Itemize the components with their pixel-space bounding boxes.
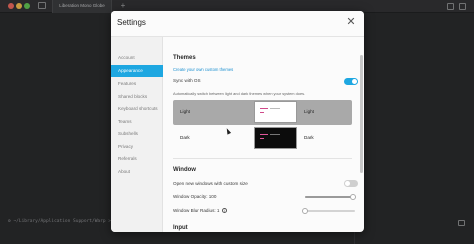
theme-row-light[interactable]: Light Light [173, 100, 352, 125]
sidebar-item-about[interactable]: About [111, 166, 163, 178]
theme-row-dark[interactable]: Dark Dark [173, 126, 352, 151]
slider-fill [305, 196, 353, 198]
content-scrollbar[interactable] [360, 55, 363, 173]
theme-name: Light [180, 109, 190, 114]
theme-mode-label: Light [304, 109, 314, 114]
themes-section-title: Themes [173, 55, 196, 61]
window-section-title: Window [173, 167, 196, 173]
settings-sidebar: Account Appearance Features Shared block… [111, 37, 163, 232]
sidebar-item-teams[interactable]: Teams [111, 116, 163, 128]
section-divider [173, 158, 352, 159]
blur-label-text: Window Blur Radius: 1 [173, 208, 220, 213]
info-icon[interactable]: i [221, 208, 227, 214]
slider-handle[interactable] [350, 194, 356, 200]
custom-size-label: Open new windows with custom size [173, 181, 248, 186]
input-section-title: Input [173, 225, 188, 231]
blur-label: Window Blur Radius: 1 i [173, 208, 227, 214]
sidebar-item-shared-blocks[interactable]: Shared blocks [111, 91, 163, 103]
opacity-label: Window Opacity: 100 [173, 194, 217, 199]
custom-size-toggle[interactable] [344, 180, 358, 187]
toggle-knob [352, 79, 357, 84]
opacity-slider[interactable] [305, 194, 356, 200]
dark-theme-preview[interactable] [254, 127, 297, 149]
settings-modal: Settings ✕ Account Appearance Features S… [111, 11, 364, 232]
sidebar-item-account[interactable]: Account [111, 52, 163, 64]
sidebar-item-referrals[interactable]: Referrals [111, 153, 163, 165]
modal-title: Settings [117, 18, 146, 27]
toggle-knob [345, 181, 350, 186]
sidebar-item-subshells[interactable]: Subshells [111, 128, 163, 140]
theme-name: Dark [180, 135, 190, 140]
theme-mode-label: Dark [304, 135, 314, 140]
sync-os-toggle[interactable] [344, 78, 358, 85]
sync-os-description: Automatically switch between light and d… [173, 91, 306, 96]
sidebar-item-features[interactable]: Features [111, 78, 163, 90]
modal-header: Settings ✕ [111, 11, 364, 37]
close-icon[interactable]: ✕ [345, 17, 357, 29]
sidebar-item-appearance[interactable]: Appearance [111, 65, 163, 77]
light-theme-preview[interactable] [254, 101, 297, 123]
sync-os-label: Sync with OS [173, 78, 201, 83]
sidebar-item-privacy[interactable]: Privacy [111, 141, 163, 153]
create-theme-link[interactable]: Create your own custom themes [173, 67, 233, 72]
settings-content[interactable]: Themes Create your own custom themes Syn… [163, 37, 364, 232]
blur-slider[interactable] [302, 208, 355, 214]
sidebar-item-keyboard-shortcuts[interactable]: Keyboard shortcuts [111, 103, 163, 115]
slider-handle[interactable] [302, 208, 308, 214]
